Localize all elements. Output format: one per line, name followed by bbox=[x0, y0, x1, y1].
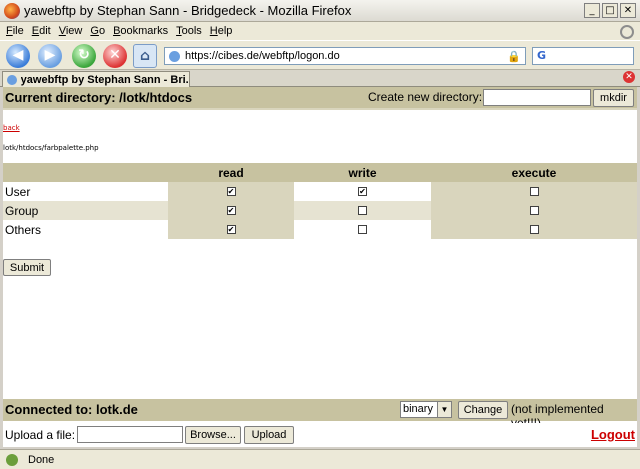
stop-icon: ✕ bbox=[109, 47, 121, 63]
reload-button[interactable]: ↻ bbox=[72, 44, 96, 68]
window-titlebar: yawebftp by Stephan Sann - Bridgedeck - … bbox=[0, 0, 640, 22]
minimize-button[interactable]: _ bbox=[584, 3, 600, 18]
back-button[interactable]: ◀ bbox=[6, 44, 30, 68]
menu-bookmarks[interactable]: Bookmarks bbox=[109, 25, 172, 37]
change-button[interactable]: Change bbox=[458, 401, 508, 419]
table-row: Group ✔ bbox=[3, 201, 637, 220]
home-icon: ⌂ bbox=[139, 48, 151, 64]
create-directory-label: Create new directory: bbox=[368, 90, 483, 104]
header-read: read bbox=[168, 163, 294, 182]
current-directory-title: Current directory: /lotk/htdocs bbox=[5, 90, 193, 105]
reload-icon: ↻ bbox=[78, 47, 90, 63]
row-label: Group bbox=[3, 201, 168, 220]
tab-yawebftp[interactable]: yawebftp by Stephan Sann - Bri... bbox=[2, 71, 190, 87]
status-bar: Done bbox=[0, 449, 640, 469]
user-read-checkbox[interactable]: ✔ bbox=[226, 187, 236, 196]
table-row: User ✔ ✔ bbox=[3, 182, 637, 201]
tab-label: yawebftp by Stephan Sann - Bri... bbox=[20, 73, 189, 86]
group-execute-checkbox[interactable] bbox=[529, 206, 539, 215]
upload-bar: Upload a file: Browse... Upload Logout bbox=[3, 423, 637, 447]
group-write-checkbox[interactable] bbox=[358, 206, 367, 215]
connection-bar: Connected to: lotk.de binary ▼ Change (n… bbox=[3, 399, 637, 430]
home-button[interactable]: ⌂ bbox=[133, 44, 157, 68]
ssl-lock-icon[interactable]: 🔒 bbox=[507, 50, 521, 63]
others-write-checkbox[interactable] bbox=[358, 225, 367, 234]
navigation-toolbar: ◀ ▶ ↻ ✕ ⌂ https://cibes.de/webftp/logon.… bbox=[0, 40, 640, 70]
search-engine-icon[interactable]: G bbox=[537, 49, 546, 62]
close-button[interactable]: ✕ bbox=[620, 3, 636, 18]
header-write: write bbox=[294, 163, 431, 182]
menu-edit[interactable]: Edit bbox=[28, 25, 55, 37]
menu-view[interactable]: View bbox=[55, 25, 87, 37]
user-execute-checkbox[interactable] bbox=[529, 187, 539, 196]
upload-label: Upload a file: bbox=[5, 428, 76, 442]
file-path: lotk/htdocs/farbpalette.php bbox=[3, 144, 99, 152]
back-link[interactable]: back bbox=[3, 124, 20, 132]
status-text: Done bbox=[28, 453, 55, 466]
back-arrow-icon: ◀ bbox=[12, 47, 24, 63]
url-bar[interactable]: https://cibes.de/webftp/logon.do 🔒 bbox=[164, 47, 526, 65]
menu-go[interactable]: Go bbox=[86, 25, 109, 37]
browse-button[interactable]: Browse... bbox=[185, 426, 241, 444]
window-controls: _ □ ✕ bbox=[584, 3, 636, 18]
throbber-icon bbox=[620, 25, 634, 39]
forward-arrow-icon: ▶ bbox=[44, 47, 56, 63]
transfer-mode-select[interactable]: binary ▼ bbox=[400, 401, 452, 418]
upload-button[interactable]: Upload bbox=[244, 426, 294, 444]
site-globe-icon bbox=[169, 50, 180, 62]
menu-bar: File Edit View Go Bookmarks Tools Help bbox=[0, 22, 640, 40]
row-label: User bbox=[5, 184, 31, 199]
search-input[interactable]: G bbox=[532, 47, 634, 65]
url-text: https://cibes.de/webftp/logon.do bbox=[185, 50, 340, 62]
status-icon bbox=[6, 453, 18, 466]
forward-button[interactable]: ▶ bbox=[38, 44, 62, 68]
transfer-mode-value: binary bbox=[403, 403, 433, 415]
upload-file-input[interactable] bbox=[77, 426, 183, 443]
chevron-down-icon[interactable]: ▼ bbox=[437, 402, 451, 417]
row-label: Others bbox=[5, 222, 42, 237]
group-read-checkbox[interactable]: ✔ bbox=[226, 206, 236, 215]
logout-link[interactable]: Logout bbox=[591, 427, 635, 442]
stop-button[interactable]: ✕ bbox=[103, 44, 127, 68]
menu-tools[interactable]: Tools bbox=[172, 25, 206, 37]
page-content: Current directory: /lotk/htdocs Create n… bbox=[3, 87, 637, 447]
window-title: yawebftp by Stephan Sann - Bridgedeck - … bbox=[24, 3, 352, 18]
submit-button[interactable]: Submit bbox=[3, 259, 51, 276]
tab-strip: yawebftp by Stephan Sann - Bri... bbox=[0, 70, 640, 87]
others-read-checkbox[interactable]: ✔ bbox=[226, 225, 236, 234]
close-tab-icon[interactable]: ✕ bbox=[623, 71, 635, 83]
user-write-checkbox[interactable]: ✔ bbox=[358, 187, 367, 196]
header-execute: execute bbox=[431, 163, 637, 182]
new-directory-input[interactable] bbox=[483, 89, 591, 106]
maximize-button[interactable]: □ bbox=[602, 3, 618, 18]
connection-title: Connected to: lotk.de bbox=[5, 402, 138, 417]
mkdir-button[interactable]: mkdir bbox=[593, 89, 634, 107]
permissions-table: read write execute User ✔ ✔ Group ✔ Othe… bbox=[3, 163, 637, 239]
table-row: Others ✔ bbox=[3, 220, 637, 239]
others-execute-checkbox[interactable] bbox=[529, 225, 539, 234]
directory-header: Current directory: /lotk/htdocs Create n… bbox=[3, 87, 637, 110]
tab-favicon-icon bbox=[7, 74, 17, 85]
menu-file[interactable]: File bbox=[2, 25, 28, 37]
firefox-logo-icon bbox=[4, 2, 20, 19]
menu-help[interactable]: Help bbox=[206, 25, 237, 37]
header-blank bbox=[3, 163, 168, 182]
permissions-header-row: read write execute bbox=[3, 163, 637, 182]
